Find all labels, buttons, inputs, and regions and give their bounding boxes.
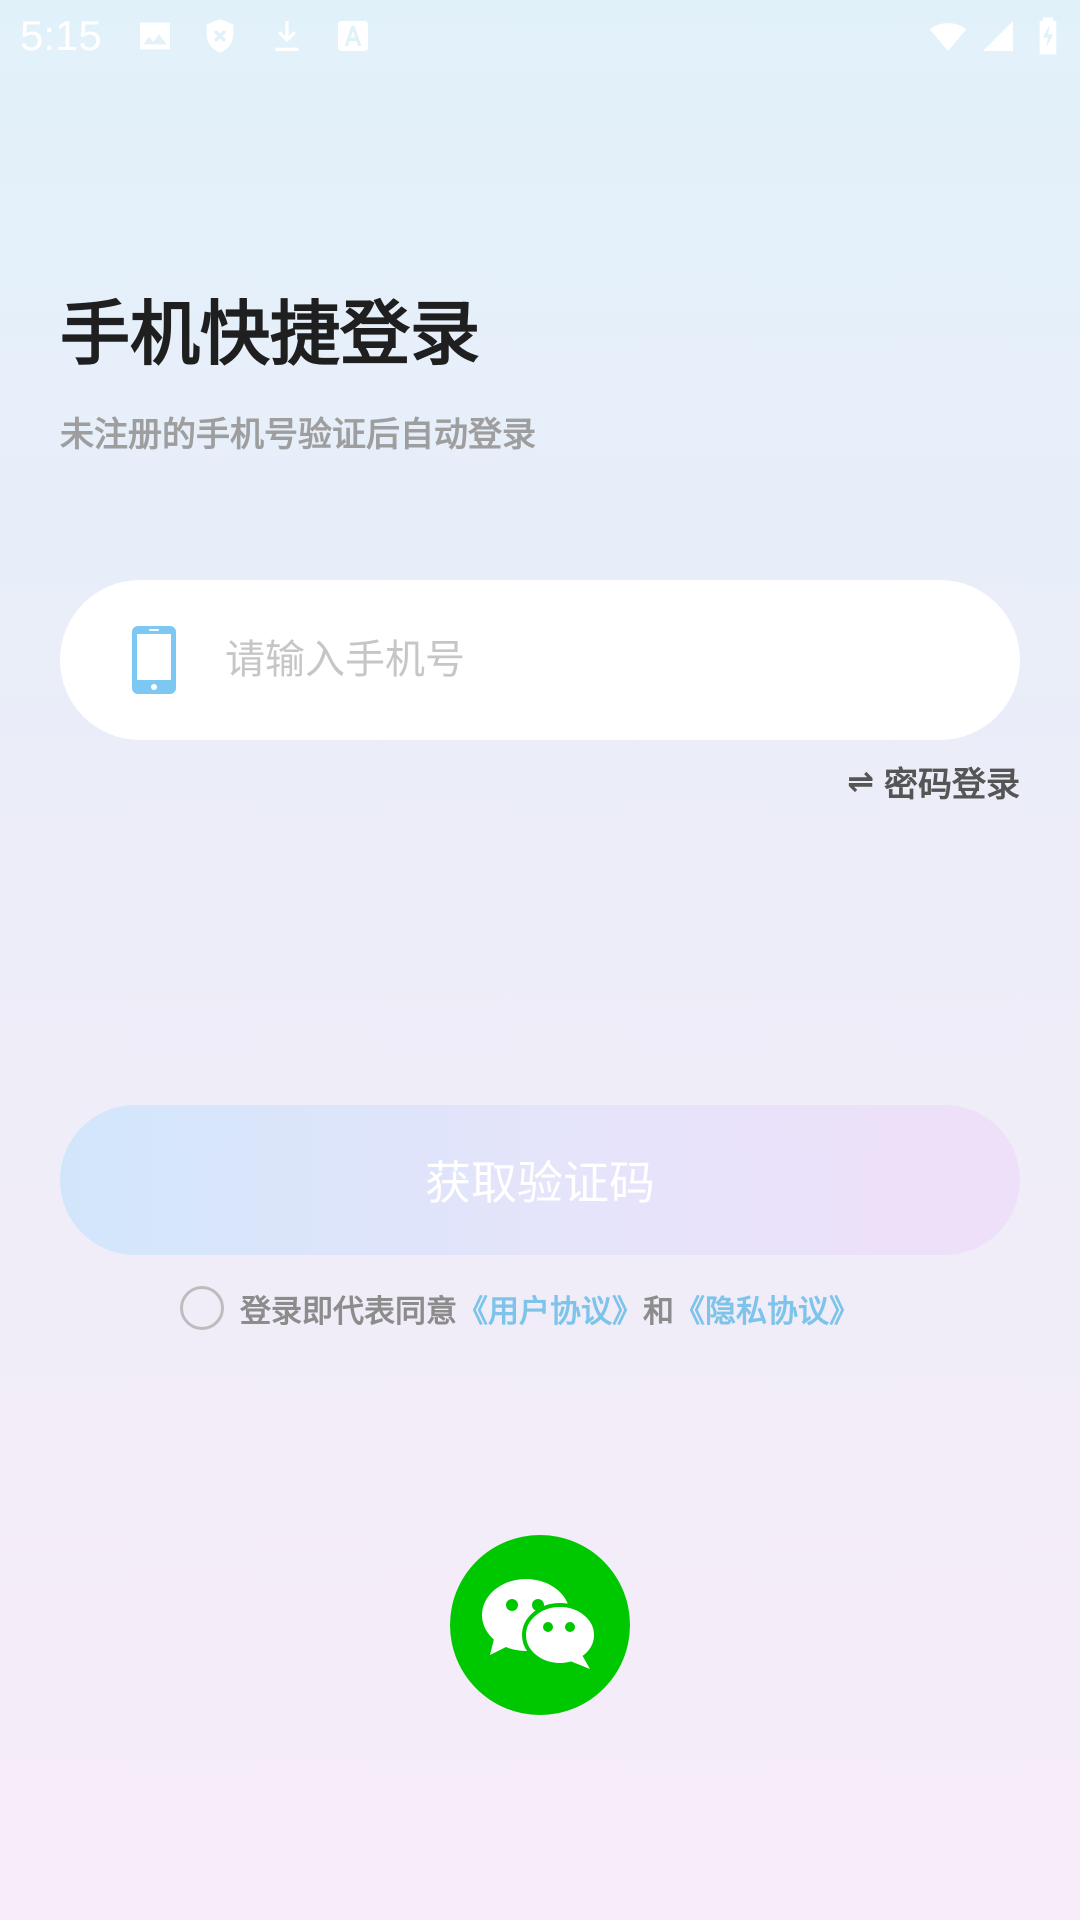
privacy-agreement-link[interactable]: 《隐私协议》	[674, 1286, 860, 1331]
page-title: 手机快捷登录	[60, 293, 480, 375]
agreement-conjunction: 和	[643, 1293, 674, 1330]
get-code-button[interactable]: 获取验证码	[60, 1105, 1020, 1255]
download-icon	[267, 16, 307, 56]
password-login-link[interactable]: ⇌ 密码登录	[847, 756, 1020, 806]
cellular-signal-icon	[980, 16, 1016, 56]
page-subtitle: 未注册的手机号验证后自动登录	[60, 415, 536, 455]
status-bar: 5:15	[0, 0, 1080, 72]
image-icon	[135, 16, 175, 56]
agreement-prefix: 登录即代表同意	[240, 1293, 457, 1330]
phone-field[interactable]	[60, 580, 1020, 740]
swap-icon: ⇌	[847, 762, 874, 800]
phone-icon	[132, 626, 176, 694]
shield-x-icon	[200, 16, 240, 56]
wechat-login-button[interactable]	[450, 1535, 630, 1715]
phone-input[interactable]	[225, 620, 965, 700]
battery-charging-icon	[1036, 16, 1060, 56]
status-time: 5:15	[20, 12, 102, 59]
agreement: 登录即代表同意 《用户协议》 和 《隐私协议》	[180, 1284, 860, 1332]
font-a-icon	[333, 16, 373, 56]
password-login-label: 密码登录	[884, 764, 1020, 805]
wechat-icon	[482, 1579, 598, 1669]
wifi-icon	[925, 16, 971, 56]
user-agreement-link[interactable]: 《用户协议》	[457, 1286, 643, 1331]
agree-checkbox[interactable]	[180, 1286, 224, 1330]
